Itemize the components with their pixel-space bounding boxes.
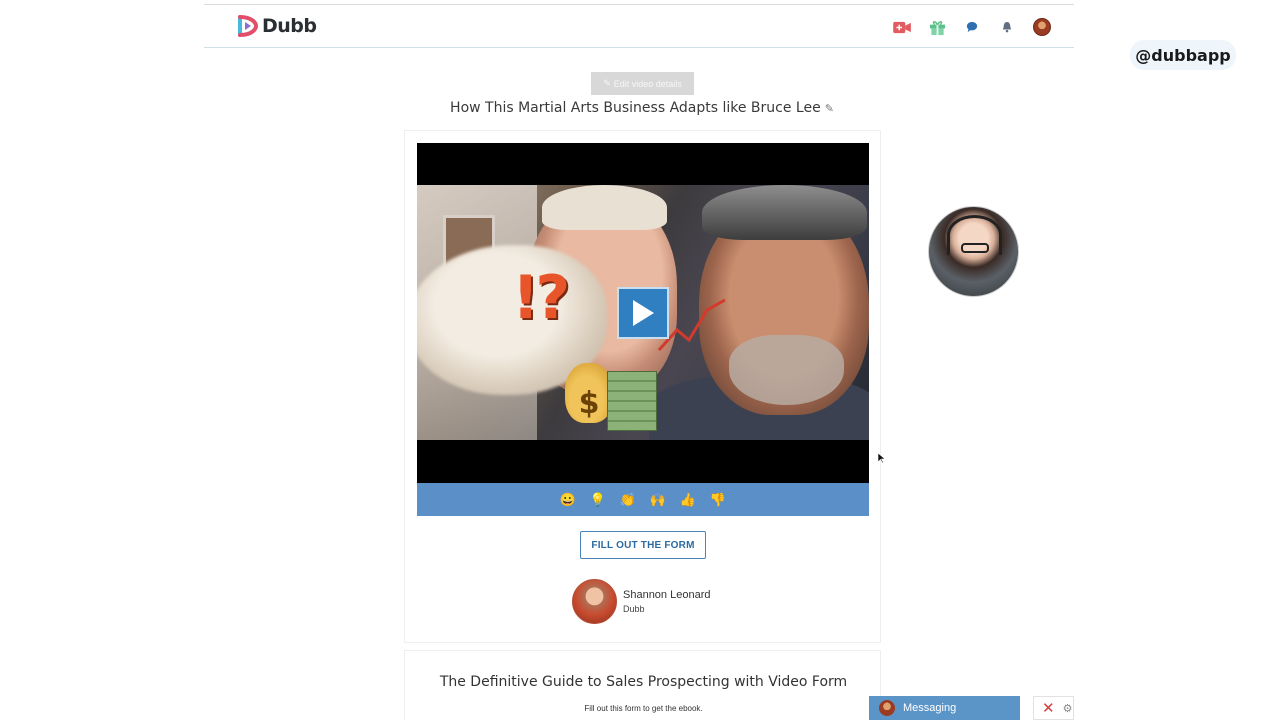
messaging-label: Messaging [903,702,957,714]
reaction-thumbs-down-icon[interactable]: 👎 [710,491,726,509]
reaction-smile-icon[interactable]: 😀 [560,491,576,509]
author-block: Shannon Leonard Dubb [572,579,710,624]
presenter-webcam-bubble [928,206,1019,297]
author-info: Shannon Leonard Dubb [623,589,710,614]
edit-video-details-button[interactable]: ✎ Edit video details [591,72,694,95]
settings-icon[interactable]: ⚙ [1063,702,1073,715]
author-avatar[interactable] [572,579,617,624]
author-name: Shannon Leonard [623,589,711,601]
dubb-logo-icon [238,15,258,37]
form-title: The Definitive Guide to Sales Prospectin… [439,674,848,690]
gift-icon[interactable] [927,17,947,37]
video-player[interactable]: !? $ [417,143,869,483]
money-bills-icon [607,371,657,431]
bell-icon[interactable] [997,17,1017,37]
play-icon [633,300,654,326]
handle-watermark: @dubbapp [1130,40,1236,70]
messaging-controls: ✕ ⚙ [1033,696,1074,720]
glasses-icon [961,243,989,253]
reaction-bar: 😀 💡 👏 🙌 👍 👎 [417,483,869,516]
video-card: !? $ 😀 💡 👏 🙌 👍 👎 FILL OUT THE FORM Shann… [404,130,881,643]
page: Dubb @dubbapp ✎ Edit video details How T… [0,0,1280,720]
chat-icon[interactable] [962,17,982,37]
edit-video-details-label: Edit video details [613,78,682,89]
app-header: Dubb [204,4,1074,48]
close-icon[interactable]: ✕ [1042,699,1055,717]
thumbnail-beard [729,335,844,405]
brand-logo[interactable]: Dubb [236,15,317,37]
avatar [1033,18,1051,36]
user-avatar[interactable] [1032,17,1052,37]
reaction-lightbulb-icon[interactable]: 💡 [590,491,606,509]
edit-icon: ✎ [603,78,611,88]
reaction-clap-icon[interactable]: 👏 [620,491,636,509]
brand-name: Dubb [262,15,317,37]
mouse-cursor-icon [878,453,886,463]
video-title-text: How This Martial Arts Business Adapts li… [450,100,821,116]
author-company: Dubb [623,604,645,614]
thumbnail-punctuation: !? [512,263,570,333]
play-button[interactable] [617,287,669,339]
reaction-thumbs-up-icon[interactable]: 👍 [680,491,696,509]
header-actions [892,17,1052,37]
messaging-avatar [879,700,895,716]
fill-out-form-button[interactable]: FILL OUT THE FORM [580,531,706,559]
messaging-bar[interactable]: Messaging [869,696,1020,720]
form-card: The Definitive Guide to Sales Prospectin… [404,650,881,720]
reaction-raised-hands-icon[interactable]: 🙌 [650,491,666,509]
thumbnail-hair-left [542,185,667,230]
form-subtitle: Fill out this form to get the ebook. [584,704,703,713]
video-camera-plus-icon[interactable] [892,17,912,37]
video-title: How This Martial Arts Business Adapts li… [404,100,880,116]
money-bag-icon: $ [565,363,613,423]
thumbnail-hair-right [702,185,867,240]
pencil-icon[interactable]: ✎ [825,102,834,115]
